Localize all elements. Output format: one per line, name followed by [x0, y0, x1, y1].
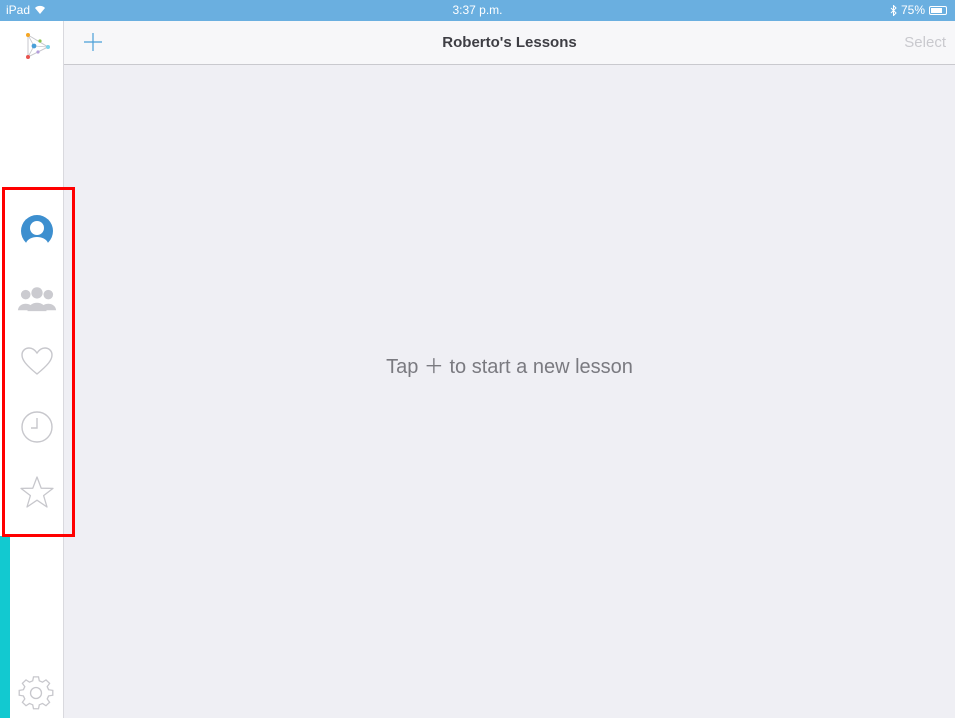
person-icon: [21, 215, 53, 248]
status-bar: iPad 3:37 p.m. 75%: [0, 0, 955, 21]
sidebar-item-groups[interactable]: [17, 279, 57, 319]
empty-state-message: Tap ＋ to start a new lesson: [386, 356, 633, 378]
status-right: 75%: [890, 3, 947, 17]
people-icon: [17, 287, 57, 312]
teal-edge-strip: [0, 536, 10, 718]
select-button[interactable]: Select: [904, 34, 946, 51]
heart-icon: [21, 347, 53, 375]
sidebar-item-starred[interactable]: [17, 473, 57, 513]
app-logo-icon[interactable]: [20, 29, 54, 63]
sidebar-item-favorites[interactable]: [17, 341, 57, 381]
sidebar-item-recent[interactable]: [17, 407, 57, 447]
battery-fill: [931, 7, 942, 13]
battery-percent: 75%: [900, 3, 925, 17]
clock-icon: [21, 411, 53, 443]
battery-icon: [929, 5, 947, 15]
gear-icon[interactable]: [18, 676, 54, 712]
nav-bar: Roberto's Lessons Select: [64, 21, 955, 65]
bluetooth-icon: [890, 4, 897, 16]
star-icon: [20, 476, 54, 508]
lessons-content: Tap ＋ to start a new lesson: [64, 65, 955, 718]
sidebar: [0, 21, 75, 718]
status-time: 3:37 p.m.: [452, 3, 503, 17]
sidebar-item-profile[interactable]: [17, 211, 57, 251]
page-title: Roberto's Lessons: [442, 34, 577, 51]
